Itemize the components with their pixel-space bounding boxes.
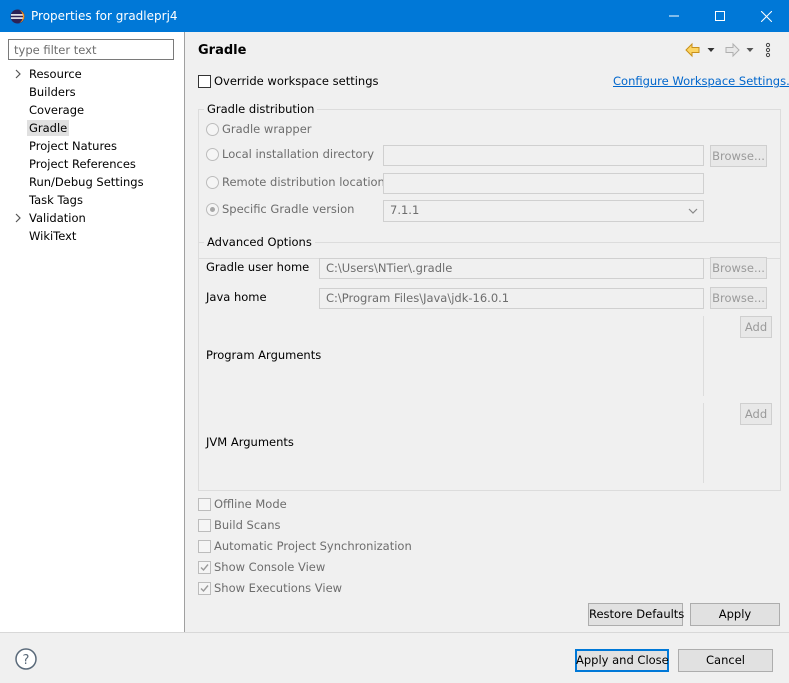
local-installation-field[interactable] [383,145,704,166]
local-installation-radio[interactable] [206,148,219,161]
jvm-arguments-label: JVM Arguments [206,435,294,449]
build-scans-checkbox[interactable] [198,519,211,532]
show-executions-view-label: Show Executions View [214,581,343,595]
gradle-distribution-title: Gradle distribution [204,102,318,117]
chevron-down-icon [688,208,698,214]
maximize-icon [715,11,725,21]
tree-item-resource[interactable]: Resource [29,66,82,82]
svg-text:?: ? [23,653,30,668]
java-home-browse-button[interactable]: Browse... [710,287,767,309]
override-workspace-checkbox[interactable] [198,75,211,88]
maximize-button[interactable] [697,0,743,32]
help-icon[interactable]: ? [15,648,37,670]
back-dropdown-icon[interactable] [706,40,716,60]
specific-version-radio[interactable] [206,203,219,216]
gradle-version-value: 7.1.1 [390,203,420,217]
restore-defaults-button[interactable]: Restore Defaults [588,603,684,626]
close-button[interactable] [743,0,789,32]
title-bar: Properties for gradleprj4 [0,0,789,32]
minimize-button[interactable] [651,0,697,32]
tree-item-gradle[interactable]: Gradle [27,120,70,136]
page-title: Gradle [198,43,247,58]
auto-sync-label: Automatic Project Synchronization [214,539,412,553]
gradle-version-select[interactable]: 7.1.1 [383,200,704,222]
show-console-view-label: Show Console View [214,560,326,574]
local-installation-browse-button[interactable]: Browse... [710,145,767,167]
checkmark-icon [200,585,209,593]
filter-input[interactable] [8,39,174,60]
advanced-options-title: Advanced Options [204,235,315,250]
navigation-pane: Resource Builders Coverage Gradle Projec… [0,32,185,632]
auto-sync-checkbox[interactable] [198,540,211,553]
specific-version-label: Specific Gradle version [222,202,355,216]
minimize-icon [669,15,679,17]
apply-and-close-button[interactable]: Apply and Close [575,649,669,672]
gradle-user-home-label: Gradle user home [206,260,310,274]
program-arguments-label: Program Arguments [206,348,322,362]
window-title: Properties for gradleprj4 [31,9,178,23]
chevron-right-icon[interactable] [14,66,22,82]
local-installation-label: Local installation directory [222,147,375,161]
configure-workspace-link[interactable]: Configure Workspace Settings... [613,74,789,88]
checkmark-icon [200,564,209,572]
gradle-user-home-field[interactable]: C:\Users\NTier\.gradle [319,258,704,279]
forward-dropdown-icon[interactable] [745,40,755,60]
forward-arrow-icon[interactable] [723,40,741,60]
remote-distribution-radio[interactable] [206,176,219,189]
java-home-field[interactable]: C:\Program Files\Java\jdk-16.0.1 [319,288,704,309]
cancel-button[interactable]: Cancel [678,649,773,672]
gradle-wrapper-label: Gradle wrapper [222,122,312,136]
show-executions-view-checkbox[interactable] [198,582,211,595]
gradle-user-home-browse-button[interactable]: Browse... [710,257,767,279]
show-console-view-checkbox[interactable] [198,561,211,574]
back-arrow-icon[interactable] [684,40,702,60]
gradle-wrapper-radio[interactable] [206,123,219,136]
java-home-label: Java home [206,290,267,304]
tree-item-run-debug-settings[interactable]: Run/Debug Settings [29,174,144,190]
build-scans-label: Build Scans [214,518,281,532]
tree-item-builders[interactable]: Builders [29,84,76,100]
tree-item-coverage[interactable]: Coverage [29,102,84,118]
dialog-footer: ? Apply and Close Cancel [0,632,789,683]
tree-item-project-natures[interactable]: Project Natures [29,138,117,154]
properties-page: Gradle Override workspace settings Confi… [186,32,789,632]
view-menu-icon[interactable] [764,40,772,60]
tree-item-project-references[interactable]: Project References [29,156,136,172]
override-workspace-label: Override workspace settings [214,74,379,88]
program-arguments-add-button[interactable]: Add [740,316,772,338]
remote-distribution-label: Remote distribution location [222,175,385,189]
jvm-arguments-add-button[interactable]: Add [740,403,772,425]
offline-mode-label: Offline Mode [214,497,287,511]
tree-item-wikitext[interactable]: WikiText [29,228,76,244]
chevron-right-icon[interactable] [14,210,22,226]
offline-mode-checkbox[interactable] [198,498,211,511]
eclipse-icon [10,9,25,24]
tree-item-validation[interactable]: Validation [29,210,86,226]
close-icon [760,10,772,22]
apply-button[interactable]: Apply [690,603,780,626]
tree-item-task-tags[interactable]: Task Tags [29,192,83,208]
remote-distribution-field[interactable] [383,173,704,194]
